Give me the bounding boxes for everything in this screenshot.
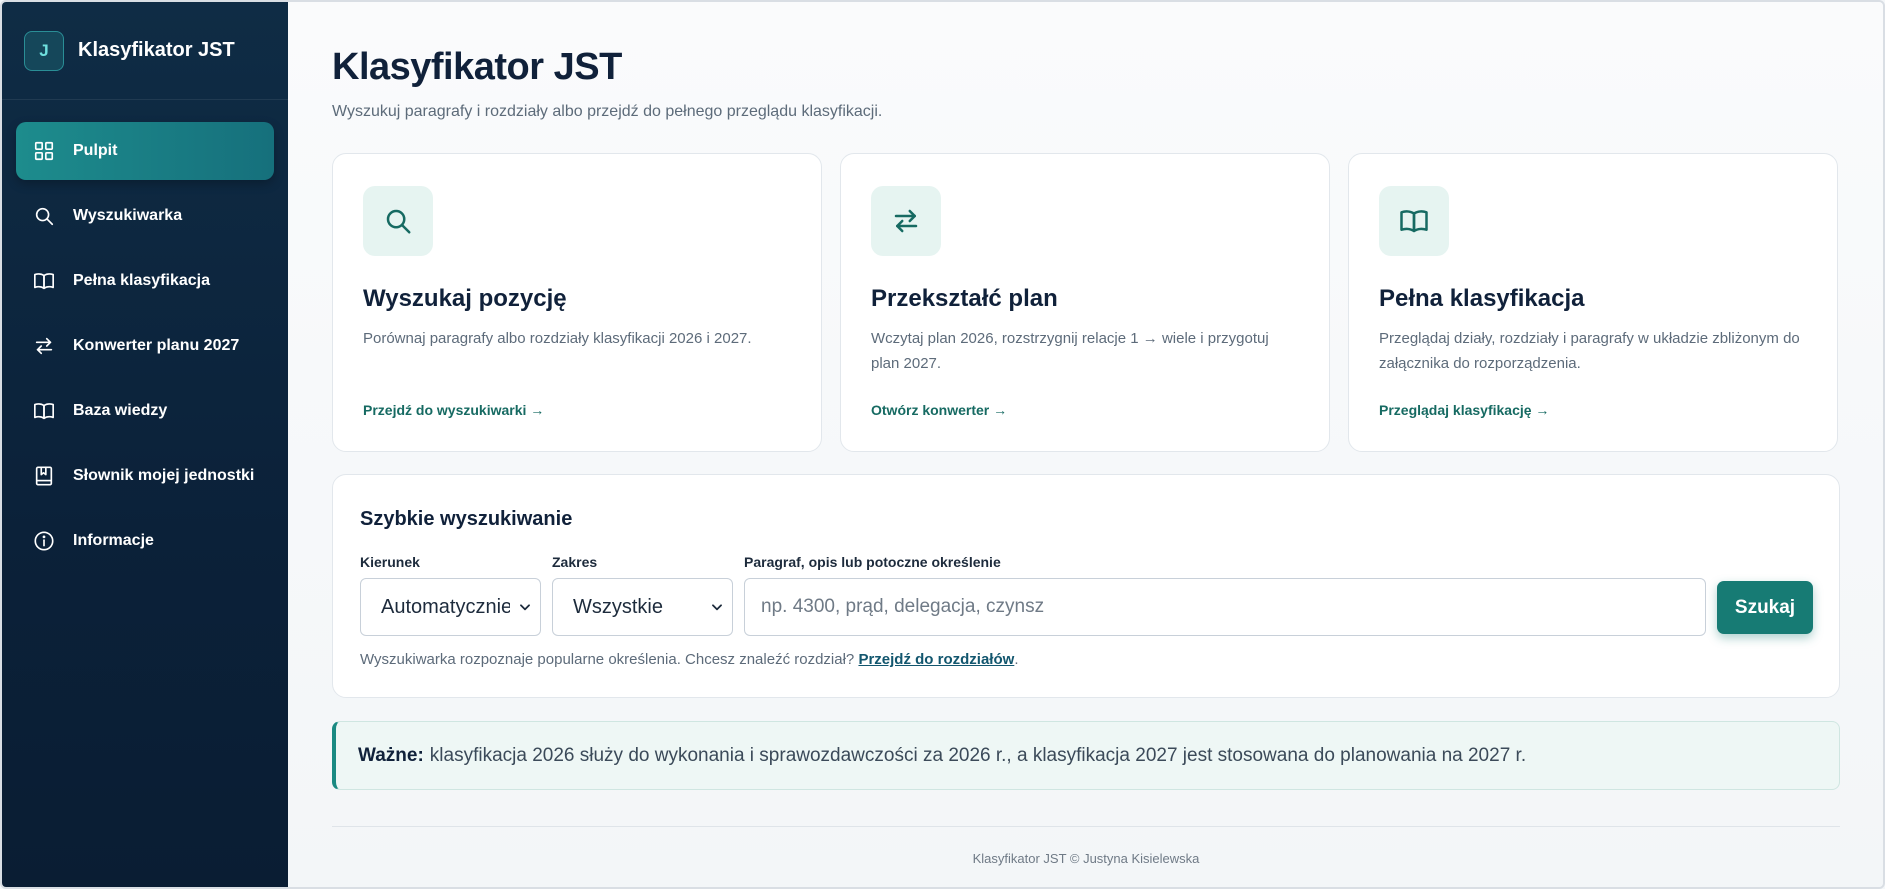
scope-select[interactable]: Wszystkie	[552, 578, 733, 636]
chevron-down-icon	[702, 600, 732, 614]
sidebar-item-label: Baza wiedzy	[73, 402, 168, 419]
note-text: klasyfikacja 2026 służy do wykonania i s…	[429, 744, 1527, 766]
app-window: J Klasyfikator JST Pulpit Wyszukiwarka P…	[0, 0, 1885, 889]
sidebar-nav: Pulpit Wyszukiwarka Pełna klasyfikacja K…	[2, 100, 288, 570]
important-note: Ważne: klasyfikacja 2026 służy do wykona…	[332, 721, 1840, 790]
sidebar-item-label: Słownik mojej jednostki	[73, 467, 255, 484]
search-icon	[33, 205, 55, 227]
card-classification[interactable]: Pełna klasyfikacja Przeglądaj działy, ro…	[1348, 153, 1838, 452]
sidebar-item-label: Pulpit	[73, 142, 118, 159]
sidebar-item-label: Informacje	[73, 532, 154, 549]
sidebar-item-label: Pełna klasyfikacja	[73, 272, 210, 289]
sidebar-item-pelna-klasyfikacja[interactable]: Pełna klasyfikacja	[16, 252, 274, 310]
note-label: Ważne:	[358, 744, 424, 766]
book-icon	[1379, 186, 1449, 256]
card-convert[interactable]: Przekształć plan Wczytaj plan 2026, rozs…	[840, 153, 1330, 452]
card-description: Porównaj paragrafy albo rozdziały klasyf…	[363, 330, 752, 347]
quick-search-title: Szybkie wyszukiwanie	[360, 508, 573, 530]
card-description: Wczytaj plan 2026, rozstrzygnij relacje …	[871, 330, 1269, 372]
arrows-exchange-icon	[33, 335, 55, 357]
sidebar: J Klasyfikator JST Pulpit Wyszukiwarka P…	[2, 2, 288, 887]
brand-logo: J	[24, 30, 64, 71]
card-search[interactable]: Wyszukaj pozycję Porównaj paragrafy albo…	[332, 153, 822, 452]
book-icon	[33, 400, 55, 422]
brand[interactable]: J Klasyfikator JST	[2, 2, 288, 100]
brand-name: Klasyfikator JST	[78, 39, 235, 61]
direction-select[interactable]: Automatycznie	[360, 578, 541, 636]
footer: Klasyfikator JST © Justyna Kisielewska	[972, 851, 1200, 866]
card-link[interactable]: Przejdź do wyszukiwarki →	[363, 402, 544, 418]
sidebar-item-slownik[interactable]: Słownik mojej jednostki	[16, 447, 274, 505]
quick-search-panel: Szybkie wyszukiwanie Kierunek Automatycz…	[332, 474, 1840, 698]
sidebar-item-konwerter[interactable]: Konwerter planu 2027	[16, 317, 274, 375]
info-icon	[33, 530, 55, 552]
sidebar-item-informacje[interactable]: Informacje	[16, 512, 274, 570]
query-label: Paragraf, opis lub potoczne określenie	[744, 554, 1001, 570]
page-title: Klasyfikator JST	[332, 46, 622, 88]
book-icon	[33, 270, 55, 292]
chevron-down-icon	[510, 600, 540, 614]
search-button[interactable]: Szukaj	[1717, 581, 1813, 634]
search-hint-end: .	[1014, 651, 1019, 668]
card-title: Przekształć plan	[871, 285, 1058, 312]
footer-divider	[332, 826, 1840, 827]
scope-label: Zakres	[552, 554, 598, 570]
search-hint: Wyszukiwarka rozpoznaje popularne określ…	[360, 651, 1018, 668]
page-subtitle: Wyszukuj paragrafy i rozdziały albo prze…	[332, 103, 883, 120]
bookmark-book-icon	[33, 465, 55, 487]
card-link[interactable]: Przeglądaj klasyfikację →	[1379, 402, 1549, 418]
card-title: Pełna klasyfikacja	[1379, 285, 1585, 312]
card-title: Wyszukaj pozycję	[363, 285, 567, 312]
feature-cards: Wyszukaj pozycję Porównaj paragrafy albo…	[332, 153, 1840, 452]
direction-label: Kierunek	[360, 554, 420, 570]
card-link[interactable]: Otwórz konwerter →	[871, 402, 1007, 418]
sidebar-item-baza-wiedzy[interactable]: Baza wiedzy	[16, 382, 274, 440]
search-input[interactable]	[744, 578, 1706, 636]
search-icon	[363, 186, 433, 256]
chapters-link[interactable]: Przejdź do rozdziałów	[858, 651, 1014, 668]
card-description: Przeglądaj działy, rozdziały i paragrafy…	[1379, 330, 1800, 372]
sidebar-item-label: Konwerter planu 2027	[73, 337, 240, 354]
sidebar-item-wyszukiwarka[interactable]: Wyszukiwarka	[16, 187, 274, 245]
direction-select-value: Automatycznie	[381, 595, 510, 618]
main-content: Klasyfikator JST Wyszukuj paragrafy i ro…	[288, 2, 1883, 887]
arrows-exchange-icon	[871, 186, 941, 256]
sidebar-item-label: Wyszukiwarka	[73, 207, 183, 224]
grid-icon	[33, 140, 55, 162]
scope-select-value: Wszystkie	[573, 595, 663, 618]
sidebar-item-pulpit[interactable]: Pulpit	[16, 122, 274, 180]
search-hint-text: Wyszukiwarka rozpoznaje popularne określ…	[360, 651, 855, 668]
